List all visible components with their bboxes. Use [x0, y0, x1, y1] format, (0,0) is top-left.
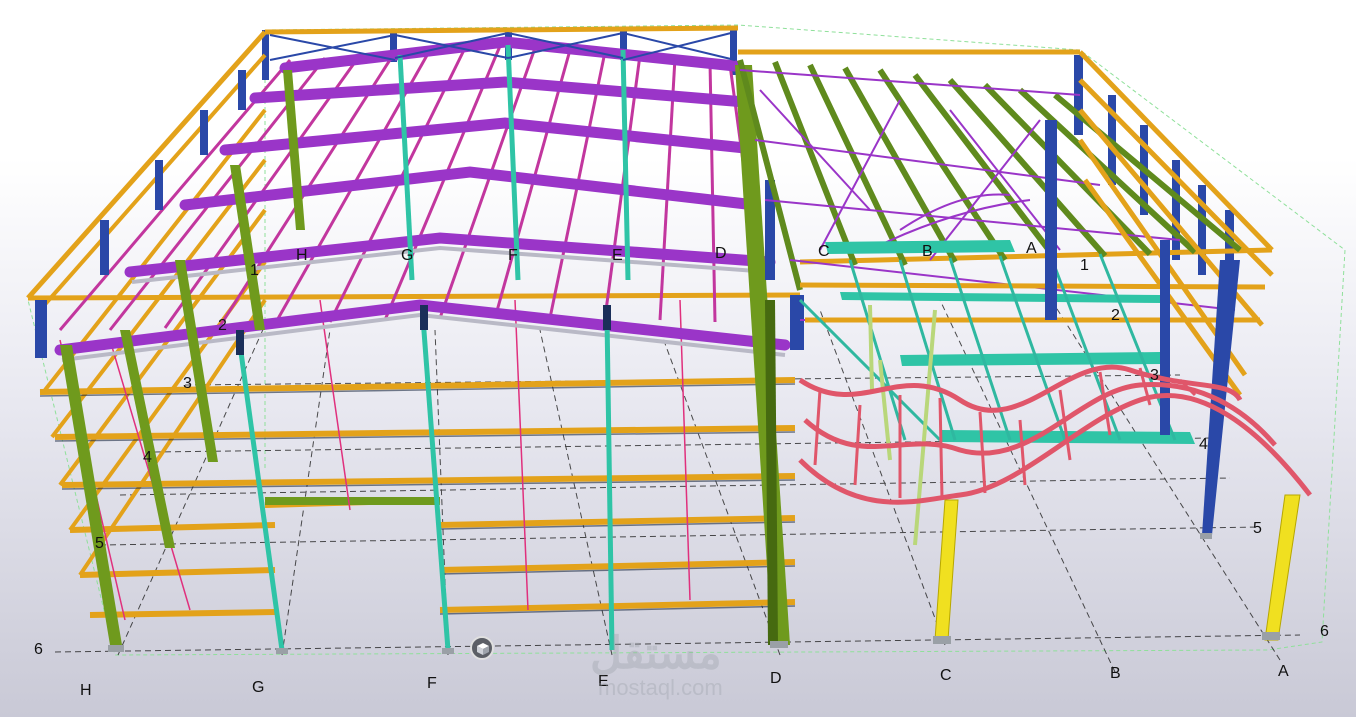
watermark: مستقل mostaql.com — [590, 629, 723, 700]
watermark-arabic: مستقل — [590, 629, 722, 678]
bottom-label-d: D — [770, 670, 782, 687]
right-number-5: 5 — [1253, 520, 1262, 537]
left-number-2: 2 — [218, 317, 227, 334]
bottom-label-f: F — [427, 675, 437, 692]
left-number-3: 3 — [183, 375, 192, 392]
structural-model-3d: H G F E D C B A 1 2 3 4 5 6 1 2 3 4 5 6 … — [26, 24, 1346, 700]
top-label-f: F — [508, 247, 518, 264]
left-number-6: 6 — [34, 641, 43, 658]
left-number-5: 5 — [95, 535, 104, 552]
bottom-label-g: G — [252, 679, 264, 696]
bottom-label-c: C — [940, 667, 952, 684]
top-label-e: E — [612, 247, 623, 264]
front-wall-posts — [237, 44, 631, 651]
top-label-c: C — [818, 243, 830, 260]
column-d — [735, 65, 804, 645]
bottom-label-h: H — [80, 682, 92, 699]
canopy-columns — [934, 494, 1301, 641]
bottom-label-b: B — [1110, 665, 1121, 682]
top-label-d: D — [715, 245, 727, 262]
right-number-6: 6 — [1320, 623, 1329, 640]
right-number-3: 3 — [1150, 367, 1159, 384]
view-cube-button[interactable] — [470, 636, 494, 660]
door-header-beam — [265, 497, 440, 505]
top-label-h: H — [296, 247, 308, 264]
model-viewport[interactable]: H G F E D C B A 1 2 3 4 5 6 1 2 3 4 5 6 … — [0, 0, 1356, 717]
top-label-a: A — [1026, 240, 1037, 257]
top-label-g: G — [401, 247, 413, 264]
bottom-label-a: A — [1278, 663, 1289, 680]
left-number-4: 4 — [143, 449, 152, 466]
cube-icon — [477, 642, 489, 655]
left-number-1: 1 — [250, 262, 259, 279]
roof-rafters — [54, 36, 791, 356]
top-label-b: B — [922, 243, 933, 260]
watermark-url: mostaql.com — [598, 675, 723, 700]
right-number-1: 1 — [1080, 257, 1089, 274]
right-number-4: 4 — [1199, 436, 1208, 453]
right-number-2: 2 — [1111, 307, 1120, 324]
